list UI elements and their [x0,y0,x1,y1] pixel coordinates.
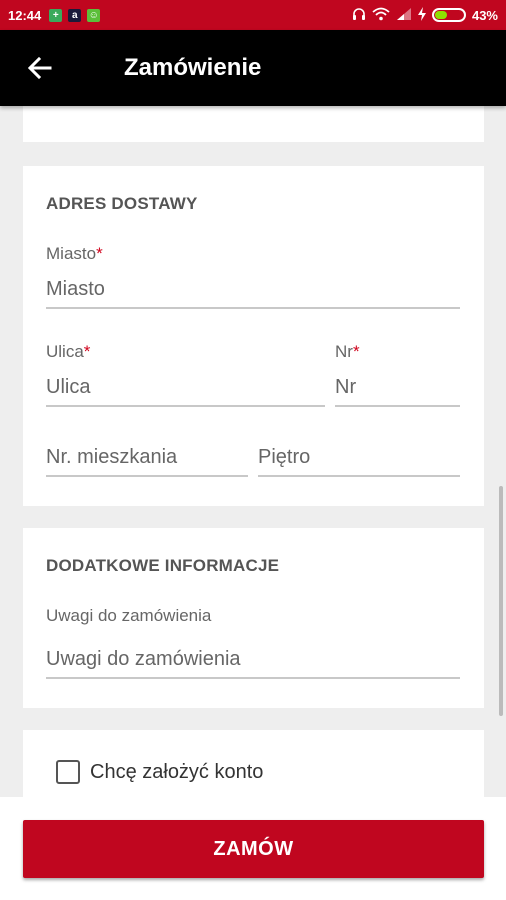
status-time: 12:44 [8,7,42,23]
battery-level [434,11,447,19]
create-account-checkbox[interactable] [56,760,80,784]
section-title-info: DODATKOWE INFORMACJE [46,556,280,575]
battery-percentage: 43% [471,7,498,23]
app-toolbar: Zamówienie [0,30,506,106]
section-title-address: ADRES DOSTAWY [46,194,198,213]
message-icon: ☺ [87,8,101,22]
status-bar: 12:44 + a ☺ 43% [0,0,506,30]
previous-section-card [23,106,484,142]
number-label-text: Nr [335,342,353,361]
signal-icon [396,7,412,24]
notes-label: Uwagi do zamówienia [46,606,212,625]
create-account-label: Chcę założyć konto [90,760,264,783]
app-icon: a [68,8,82,22]
required-mark: * [83,342,91,361]
page-title: Zamówienie [124,54,262,81]
headphones-icon [352,7,366,24]
required-mark: * [352,342,360,361]
charging-icon [417,6,426,24]
notification-icon: + [49,8,63,22]
city-label-text: Miasto [46,244,97,263]
scrollbar[interactable] [499,486,503,716]
wifi-icon [372,7,390,24]
number-label: Nr* [335,342,360,362]
city-label: Miasto* [46,244,103,264]
order-form: ADRES DOSTAWY Miasto* Ulica* Nr* DODATKO… [0,106,506,900]
battery-icon [431,8,466,22]
city-input[interactable] [46,278,460,309]
create-account-option[interactable]: Chcę założyć konto [56,760,263,784]
arrow-left-icon [28,57,52,79]
apartment-number-input[interactable] [46,446,248,477]
order-notes-input[interactable] [46,648,460,679]
floor-input[interactable] [258,446,460,477]
street-label: Ulica* [46,342,90,362]
street-number-input[interactable] [335,376,460,407]
street-input[interactable] [46,376,325,407]
order-button[interactable]: ZAMÓW [23,820,484,878]
additional-info-card: DODATKOWE INFORMACJE Uwagi do zamówienia [23,528,484,708]
required-mark: * [96,244,103,263]
delivery-address-card: ADRES DOSTAWY Miasto* Ulica* Nr* [23,166,484,506]
back-button[interactable] [0,30,80,106]
street-label-text: Ulica [46,342,84,361]
